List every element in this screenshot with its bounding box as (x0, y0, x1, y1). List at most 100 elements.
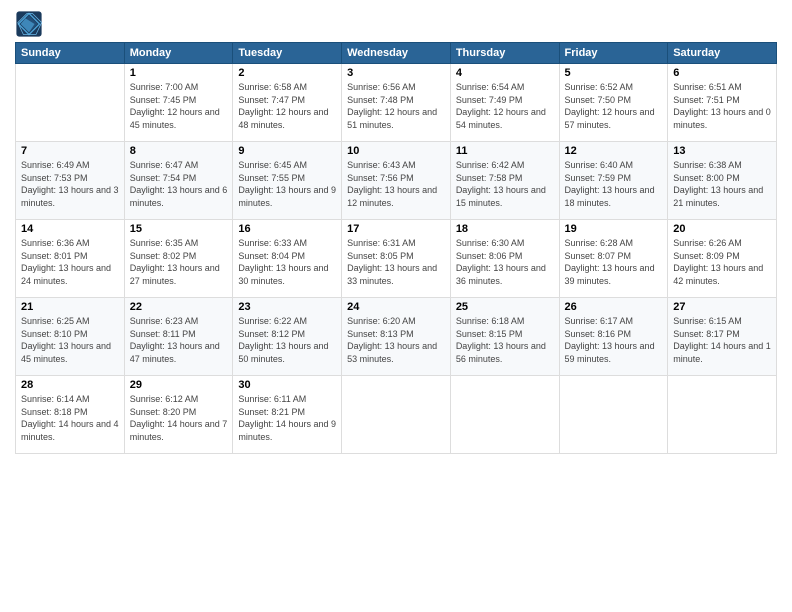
calendar-cell: 1 Sunrise: 7:00 AM Sunset: 7:45 PM Dayli… (124, 64, 233, 142)
sunset-text: Sunset: 7:54 PM (130, 173, 197, 183)
daylight-text: Daylight: 13 hours and 45 minutes. (21, 341, 111, 364)
sunset-text: Sunset: 8:06 PM (456, 251, 523, 261)
daylight-text: Daylight: 13 hours and 53 minutes. (347, 341, 437, 364)
day-detail: Sunrise: 6:47 AM Sunset: 7:54 PM Dayligh… (130, 159, 228, 209)
calendar-week-row: 28 Sunrise: 6:14 AM Sunset: 8:18 PM Dayl… (16, 376, 777, 454)
calendar-cell (450, 376, 559, 454)
calendar-cell: 11 Sunrise: 6:42 AM Sunset: 7:58 PM Dayl… (450, 142, 559, 220)
day-number: 14 (21, 223, 119, 235)
sunset-text: Sunset: 7:51 PM (673, 95, 740, 105)
day-detail: Sunrise: 6:58 AM Sunset: 7:47 PM Dayligh… (238, 81, 336, 131)
header-day: Monday (124, 43, 233, 64)
calendar-cell: 6 Sunrise: 6:51 AM Sunset: 7:51 PM Dayli… (668, 64, 777, 142)
sunrise-text: Sunrise: 6:26 AM (673, 238, 742, 248)
day-detail: Sunrise: 6:30 AM Sunset: 8:06 PM Dayligh… (456, 237, 554, 287)
day-number: 12 (565, 145, 663, 157)
daylight-text: Daylight: 14 hours and 1 minute. (673, 341, 771, 364)
sunset-text: Sunset: 7:49 PM (456, 95, 523, 105)
daylight-text: Daylight: 12 hours and 48 minutes. (238, 107, 328, 130)
calendar-cell: 5 Sunrise: 6:52 AM Sunset: 7:50 PM Dayli… (559, 64, 668, 142)
sunset-text: Sunset: 8:12 PM (238, 329, 305, 339)
header-row: SundayMondayTuesdayWednesdayThursdayFrid… (16, 43, 777, 64)
calendar-cell (668, 376, 777, 454)
day-detail: Sunrise: 6:42 AM Sunset: 7:58 PM Dayligh… (456, 159, 554, 209)
day-detail: Sunrise: 6:23 AM Sunset: 8:11 PM Dayligh… (130, 315, 228, 365)
calendar-body: 1 Sunrise: 7:00 AM Sunset: 7:45 PM Dayli… (16, 64, 777, 454)
daylight-text: Daylight: 12 hours and 51 minutes. (347, 107, 437, 130)
sunset-text: Sunset: 8:16 PM (565, 329, 632, 339)
day-detail: Sunrise: 6:31 AM Sunset: 8:05 PM Dayligh… (347, 237, 445, 287)
calendar-header: SundayMondayTuesdayWednesdayThursdayFrid… (16, 43, 777, 64)
sunrise-text: Sunrise: 6:56 AM (347, 82, 416, 92)
day-detail: Sunrise: 6:43 AM Sunset: 7:56 PM Dayligh… (347, 159, 445, 209)
day-number: 13 (673, 145, 771, 157)
sunrise-text: Sunrise: 6:15 AM (673, 316, 742, 326)
header-day: Tuesday (233, 43, 342, 64)
sunrise-text: Sunrise: 6:25 AM (21, 316, 90, 326)
calendar-cell: 4 Sunrise: 6:54 AM Sunset: 7:49 PM Dayli… (450, 64, 559, 142)
sunrise-text: Sunrise: 6:51 AM (673, 82, 742, 92)
calendar-cell: 28 Sunrise: 6:14 AM Sunset: 8:18 PM Dayl… (16, 376, 125, 454)
sunrise-text: Sunrise: 6:45 AM (238, 160, 307, 170)
sunrise-text: Sunrise: 6:36 AM (21, 238, 90, 248)
day-number: 6 (673, 67, 771, 79)
day-detail: Sunrise: 6:35 AM Sunset: 8:02 PM Dayligh… (130, 237, 228, 287)
calendar-cell: 3 Sunrise: 6:56 AM Sunset: 7:48 PM Dayli… (342, 64, 451, 142)
calendar-cell: 21 Sunrise: 6:25 AM Sunset: 8:10 PM Dayl… (16, 298, 125, 376)
day-number: 30 (238, 379, 336, 391)
calendar-cell: 19 Sunrise: 6:28 AM Sunset: 8:07 PM Dayl… (559, 220, 668, 298)
day-detail: Sunrise: 6:49 AM Sunset: 7:53 PM Dayligh… (21, 159, 119, 209)
calendar-cell: 26 Sunrise: 6:17 AM Sunset: 8:16 PM Dayl… (559, 298, 668, 376)
sunrise-text: Sunrise: 6:43 AM (347, 160, 416, 170)
sunset-text: Sunset: 7:56 PM (347, 173, 414, 183)
sunset-text: Sunset: 8:07 PM (565, 251, 632, 261)
sunrise-text: Sunrise: 6:40 AM (565, 160, 634, 170)
day-number: 21 (21, 301, 119, 313)
sunset-text: Sunset: 7:48 PM (347, 95, 414, 105)
sunrise-text: Sunrise: 6:47 AM (130, 160, 199, 170)
daylight-text: Daylight: 13 hours and 56 minutes. (456, 341, 546, 364)
calendar-cell: 18 Sunrise: 6:30 AM Sunset: 8:06 PM Dayl… (450, 220, 559, 298)
calendar-cell: 8 Sunrise: 6:47 AM Sunset: 7:54 PM Dayli… (124, 142, 233, 220)
sunset-text: Sunset: 7:47 PM (238, 95, 305, 105)
sunrise-text: Sunrise: 6:11 AM (238, 394, 306, 404)
day-number: 9 (238, 145, 336, 157)
sunset-text: Sunset: 8:04 PM (238, 251, 305, 261)
daylight-text: Daylight: 13 hours and 24 minutes. (21, 263, 111, 286)
sunset-text: Sunset: 8:13 PM (347, 329, 414, 339)
sunset-text: Sunset: 7:45 PM (130, 95, 197, 105)
calendar-week-row: 21 Sunrise: 6:25 AM Sunset: 8:10 PM Dayl… (16, 298, 777, 376)
day-number: 28 (21, 379, 119, 391)
daylight-text: Daylight: 13 hours and 15 minutes. (456, 185, 546, 208)
daylight-text: Daylight: 13 hours and 18 minutes. (565, 185, 655, 208)
calendar-cell: 15 Sunrise: 6:35 AM Sunset: 8:02 PM Dayl… (124, 220, 233, 298)
header-day: Thursday (450, 43, 559, 64)
sunrise-text: Sunrise: 6:14 AM (21, 394, 90, 404)
day-number: 23 (238, 301, 336, 313)
daylight-text: Daylight: 13 hours and 27 minutes. (130, 263, 220, 286)
day-number: 17 (347, 223, 445, 235)
sunset-text: Sunset: 7:58 PM (456, 173, 523, 183)
day-number: 25 (456, 301, 554, 313)
sunset-text: Sunset: 7:53 PM (21, 173, 88, 183)
sunrise-text: Sunrise: 6:35 AM (130, 238, 199, 248)
day-detail: Sunrise: 6:28 AM Sunset: 8:07 PM Dayligh… (565, 237, 663, 287)
day-detail: Sunrise: 6:11 AM Sunset: 8:21 PM Dayligh… (238, 393, 336, 443)
sunset-text: Sunset: 7:50 PM (565, 95, 632, 105)
day-number: 8 (130, 145, 228, 157)
daylight-text: Daylight: 14 hours and 9 minutes. (238, 419, 336, 442)
calendar-cell (16, 64, 125, 142)
calendar-cell: 29 Sunrise: 6:12 AM Sunset: 8:20 PM Dayl… (124, 376, 233, 454)
sunset-text: Sunset: 8:09 PM (673, 251, 740, 261)
sunrise-text: Sunrise: 6:52 AM (565, 82, 634, 92)
day-detail: Sunrise: 6:40 AM Sunset: 7:59 PM Dayligh… (565, 159, 663, 209)
day-detail: Sunrise: 6:38 AM Sunset: 8:00 PM Dayligh… (673, 159, 771, 209)
daylight-text: Daylight: 13 hours and 36 minutes. (456, 263, 546, 286)
sunset-text: Sunset: 8:20 PM (130, 407, 197, 417)
daylight-text: Daylight: 13 hours and 39 minutes. (565, 263, 655, 286)
day-number: 18 (456, 223, 554, 235)
day-number: 7 (21, 145, 119, 157)
day-detail: Sunrise: 6:17 AM Sunset: 8:16 PM Dayligh… (565, 315, 663, 365)
daylight-text: Daylight: 13 hours and 0 minutes. (673, 107, 771, 130)
header (15, 10, 777, 38)
